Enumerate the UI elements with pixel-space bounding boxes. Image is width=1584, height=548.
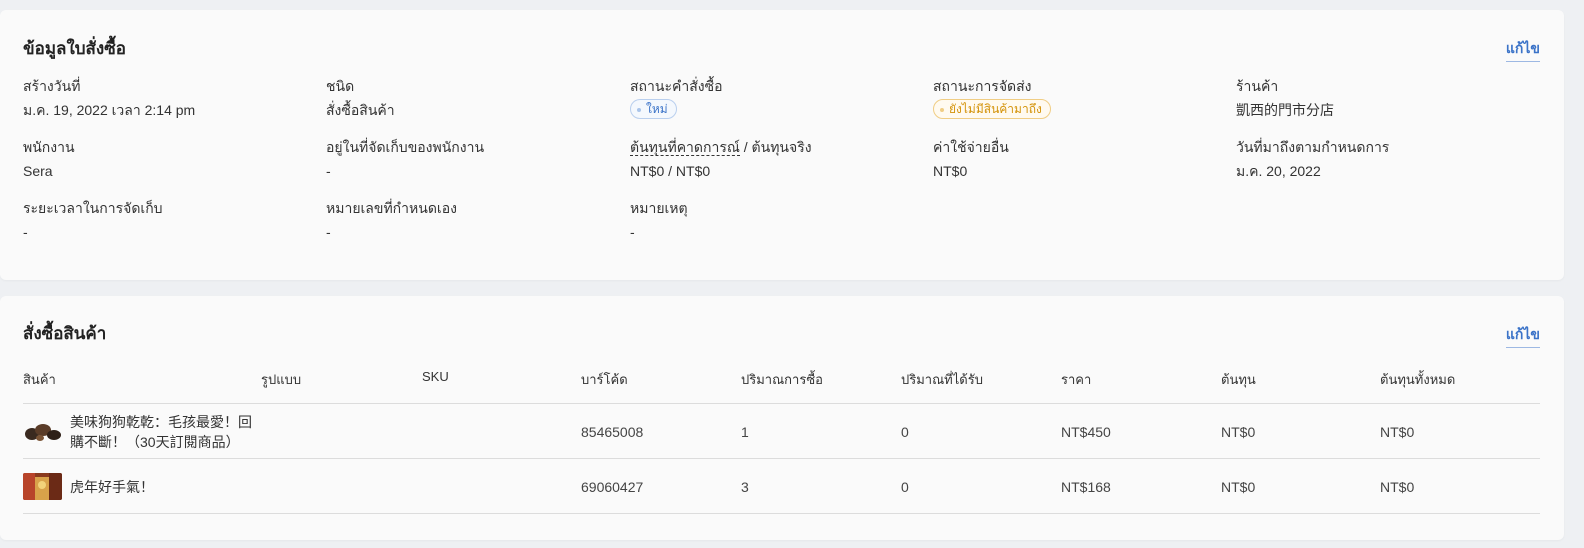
cost-tooltip-trigger[interactable]: ต้นทุนที่คาดการณ์ [630, 139, 740, 156]
shipping-status-badge: ยังไม่มีสินค้ามาถึง [933, 99, 1051, 119]
field-value: สั่งซื้อสินค้า [326, 102, 395, 118]
dot-icon [637, 107, 641, 112]
order-info-title: ข้อมูลใบสั่งซื้อ [23, 39, 126, 58]
table-row[interactable]: 虎年好手氣！ 69060427 3 0 NT$168 NT$0 NT$0 [23, 459, 1540, 514]
cell-qty-ordered: 1 [741, 423, 749, 440]
cell-qty-ordered: 3 [741, 478, 749, 495]
cell-barcode: 69060427 [581, 478, 644, 495]
cell-cost: NT$0 [1221, 478, 1256, 495]
field-value: NT$0 [933, 163, 968, 179]
field-custom-number: หมายเลขที่กำหนดเอง - [326, 199, 616, 241]
field-label: วันที่มาถึงตามกำหนดการ [1236, 139, 1390, 155]
order-info-edit-button[interactable]: แก้ไข [1505, 38, 1540, 62]
field-label: ค่าใช้จ่ายอื่น [933, 139, 1009, 155]
product-name[interactable]: 虎年好手氣！ [70, 459, 265, 514]
field-value: Sera [23, 163, 53, 179]
field-shipping-status: สถานะการจัดส่ง ยังไม่มีสินค้ามาถึง [933, 77, 1223, 119]
field-other-expenses: ค่าใช้จ่ายอื่น NT$0 [933, 138, 1223, 180]
field-value: NT$0 / NT$0 [630, 163, 711, 179]
field-label: ต้นทุนที่คาดการณ์ / ต้นทุนจริง [630, 138, 920, 156]
field-value: - [23, 224, 28, 240]
column-header-barcode[interactable]: บาร์โค้ด [581, 369, 628, 390]
field-value: - [326, 163, 331, 179]
field-note: หมายเหตุ - [630, 199, 920, 241]
field-order-status: สถานะคำสั่งซื้อ ใหม่ [630, 77, 920, 119]
table-row[interactable]: 美味狗狗乾乾：毛孩最愛！回購不斷！（30天訂閱商品） 85465008 1 0 … [23, 404, 1540, 459]
field-label: ชนิด [326, 78, 355, 94]
field-label-rest: / ต้นทุนจริง [739, 139, 812, 155]
field-type: ชนิด สั่งซื้อสินค้า [326, 77, 616, 119]
field-cost: ต้นทุนที่คาดการณ์ / ต้นทุนจริง NT$0 / NT… [630, 138, 920, 180]
field-value: ม.ค. 20, 2022 [1236, 163, 1321, 179]
field-value: - [326, 224, 331, 240]
field-label: หมายเลขที่กำหนดเอง [326, 200, 457, 216]
field-employee: พนักงาน Sera [23, 138, 313, 180]
column-header-qty-ordered[interactable]: ปริมาณการซื้อ [741, 369, 823, 390]
column-header-product[interactable]: สินค้า [23, 369, 56, 390]
badge-text: ยังไม่มีสินค้ามาถึง [949, 102, 1042, 116]
field-value: ม.ค. 19, 2022 เวลา 2:14 pm [23, 102, 196, 118]
product-thumbnail [23, 473, 62, 500]
column-header-sku[interactable]: SKU [422, 369, 449, 384]
field-created: สร้างวันที่ ม.ค. 19, 2022 เวลา 2:14 pm [23, 77, 313, 119]
order-items-title: สั่งซื้อสินค้า [23, 324, 107, 343]
field-label: หมายเหตุ [630, 200, 688, 216]
column-header-price[interactable]: ราคา [1061, 369, 1091, 390]
cell-cost: NT$0 [1221, 423, 1256, 440]
order-info-card: ข้อมูลใบสั่งซื้อ แก้ไข สร้างวันที่ ม.ค. … [0, 10, 1564, 280]
field-label: สถานะคำสั่งซื้อ [630, 78, 723, 94]
field-label: สถานะการจัดส่ง [933, 78, 1032, 94]
field-storage-time: ระยะเวลาในการจัดเก็บ - [23, 199, 313, 241]
product-name[interactable]: 美味狗狗乾乾：毛孩最愛！回購不斷！（30天訂閱商品） [70, 404, 265, 459]
field-label: ระยะเวลาในการจัดเก็บ [23, 200, 163, 216]
order-items-card: สั่งซื้อสินค้า แก้ไข สินค้า รูปแบบ SKU บ… [0, 296, 1564, 540]
cell-barcode: 85465008 [581, 423, 644, 440]
field-due-date: วันที่มาถึงตามกำหนดการ ม.ค. 20, 2022 [1236, 138, 1526, 180]
field-store: ร้านค้า 凱西的門市分店 [1236, 77, 1526, 119]
cell-qty-received: 0 [901, 478, 909, 495]
dot-icon [940, 107, 944, 112]
field-label: สร้างวันที่ [23, 78, 81, 94]
order-status-badge: ใหม่ [630, 99, 677, 119]
cell-total-cost: NT$0 [1380, 423, 1415, 440]
product-thumbnail [23, 418, 62, 445]
field-employee-location: อยู่ในที่จัดเก็บของพนักงาน - [326, 138, 616, 180]
cell-price: NT$168 [1061, 478, 1111, 495]
field-label: อยู่ในที่จัดเก็บของพนักงาน [326, 139, 485, 155]
column-header-qty-received[interactable]: ปริมาณที่ได้รับ [901, 369, 983, 390]
column-header-total-cost[interactable]: ต้นทุนทั้งหมด [1380, 369, 1455, 390]
cell-price: NT$450 [1061, 423, 1111, 440]
field-label: พนักงาน [23, 139, 75, 155]
column-header-cost[interactable]: ต้นทุน [1221, 369, 1256, 390]
cell-qty-received: 0 [901, 423, 909, 440]
order-items-edit-button[interactable]: แก้ไข [1505, 324, 1540, 348]
field-value: 凱西的門市分店 [1236, 102, 1334, 118]
field-label: ร้านค้า [1236, 78, 1279, 94]
badge-text: ใหม่ [646, 102, 668, 116]
column-header-variant[interactable]: รูปแบบ [261, 369, 301, 390]
field-value: - [630, 224, 635, 240]
cell-total-cost: NT$0 [1380, 478, 1415, 495]
table-divider [23, 513, 1540, 514]
